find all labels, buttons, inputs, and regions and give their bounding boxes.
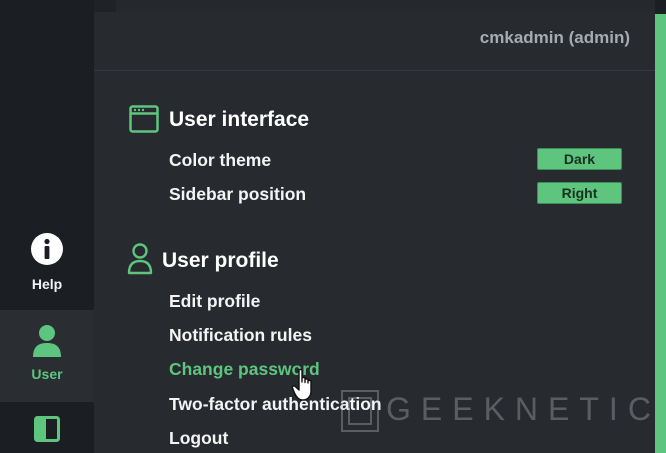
watermark-text: GEEKNETIC: [386, 391, 661, 427]
nav-user-label: User: [31, 366, 63, 382]
nav-user[interactable]: User: [0, 310, 94, 402]
info-circle-icon: [31, 233, 63, 265]
rail-top-strip: [94, 0, 116, 12]
nav-help[interactable]: Help: [0, 228, 94, 308]
user-icon: [33, 325, 61, 357]
nav-help-label: Help: [31, 276, 63, 292]
menu-item-color-theme[interactable]: Color theme: [169, 150, 271, 171]
color-theme-toggle[interactable]: Dark: [537, 148, 622, 170]
watermark-logo-icon: [341, 390, 379, 432]
section-title-user-profile: User profile: [162, 249, 279, 272]
menu-item-notification-rules[interactable]: Notification rules: [169, 325, 312, 346]
user-outline-icon: [127, 243, 153, 275]
sidebar-panel-icon: [34, 416, 60, 442]
menu-item-sidebar-position[interactable]: Sidebar position: [169, 184, 306, 205]
menu-item-edit-profile[interactable]: Edit profile: [169, 291, 260, 312]
header-divider: [94, 70, 655, 71]
menu-item-logout[interactable]: Logout: [169, 428, 228, 449]
section-title-user-interface: User interface: [169, 108, 310, 131]
header-username: cmkadmin (admin): [479, 28, 630, 47]
right-accent-bar: [655, 0, 666, 453]
watermark: GEEKNETIC: [340, 387, 651, 437]
nav-sidebar-toggle[interactable]: [0, 406, 94, 453]
right-edge-top: [655, 0, 666, 14]
sidebar-position-toggle[interactable]: Right: [537, 182, 622, 204]
hand-pointer-cursor-icon: [291, 368, 312, 401]
window-icon: [129, 105, 159, 133]
